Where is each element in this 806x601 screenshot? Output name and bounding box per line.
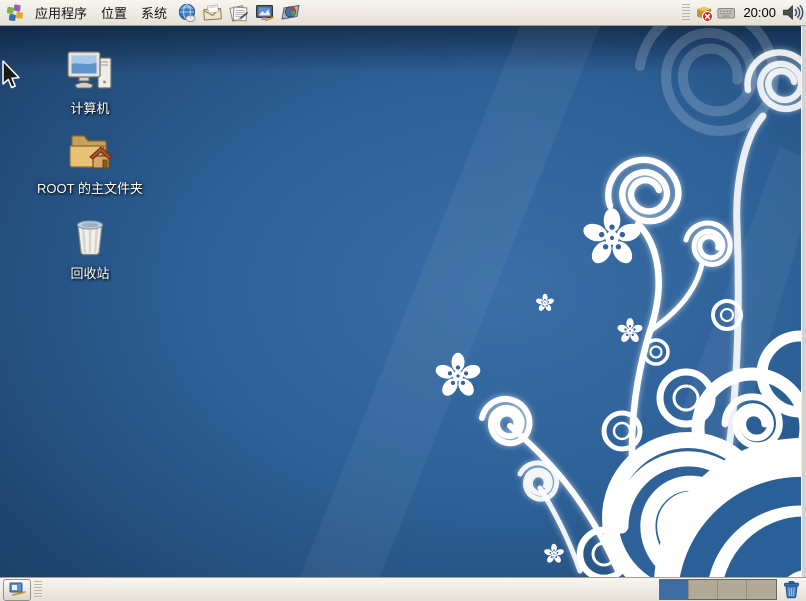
desktop-icon-computer[interactable]: 计算机 (30, 48, 150, 117)
workspace-2[interactable] (689, 580, 718, 599)
volume-icon (782, 3, 804, 22)
centos-logo-icon (6, 4, 24, 22)
desktop-icon-home-folder[interactable]: ROOT 的主文件夹 (10, 128, 170, 197)
launcher-presentation[interactable] (252, 0, 278, 25)
package-updater-alert-icon (694, 3, 714, 23)
package-updater-tray[interactable] (693, 0, 715, 25)
launcher-web-browser[interactable] (174, 0, 200, 25)
window-list-drag-handle[interactable] (34, 581, 42, 599)
bottom-panel (0, 577, 806, 601)
launcher-word-processor[interactable] (226, 0, 252, 25)
show-desktop-icon (9, 582, 26, 597)
trash-icon (66, 213, 114, 261)
menu-system-label: 系统 (141, 3, 167, 22)
menu-applications[interactable]: 应用程序 (28, 0, 94, 25)
word-processor-icon (228, 3, 250, 23)
top-panel: 应用程序 位置 系统 (0, 0, 806, 26)
desktop-icon-trash-label: 回收站 (70, 263, 109, 282)
web-browser-icon (177, 3, 198, 23)
right-edge-scrollbar (801, 26, 806, 577)
desktop-icon-trash[interactable]: 回收站 (30, 213, 150, 282)
clock-text: 20:00 (743, 5, 776, 20)
menu-places-label: 位置 (101, 3, 127, 22)
workspace-switcher (659, 579, 777, 600)
keyboard-indicator-icon (717, 5, 736, 21)
desktop-icon-computer-label: 计算机 (70, 98, 109, 117)
trash-applet[interactable] (779, 578, 803, 601)
clock-applet[interactable]: 20:00 (737, 5, 782, 20)
workspace-4[interactable] (747, 580, 776, 599)
computer-icon (65, 48, 115, 96)
presentation-icon (254, 3, 276, 23)
menu-places[interactable]: 位置 (94, 0, 134, 25)
launcher-email[interactable] (200, 0, 226, 25)
workspace-3[interactable] (718, 580, 747, 599)
home-folder-icon (64, 128, 116, 176)
volume-applet[interactable] (782, 0, 804, 25)
desktop-area[interactable]: 计算机 ROOT 的主文件夹 回收站 (0, 26, 806, 577)
email-icon (202, 3, 224, 23)
menu-system[interactable]: 系统 (134, 0, 174, 25)
main-menu-button[interactable] (2, 0, 28, 25)
trash-applet-icon (782, 580, 801, 599)
tray-drag-handle[interactable] (682, 4, 690, 22)
desktop-screen: 应用程序 位置 系统 (0, 0, 806, 601)
pie-chart-icon (280, 3, 302, 23)
workspace-1[interactable] (660, 580, 689, 599)
keyboard-indicator-tray[interactable] (715, 0, 737, 25)
menu-applications-label: 应用程序 (35, 3, 87, 22)
desktop-icon-home-folder-label: ROOT 的主文件夹 (37, 178, 143, 197)
show-desktop-button[interactable] (3, 579, 31, 601)
launcher-pie-chart[interactable] (278, 0, 304, 25)
